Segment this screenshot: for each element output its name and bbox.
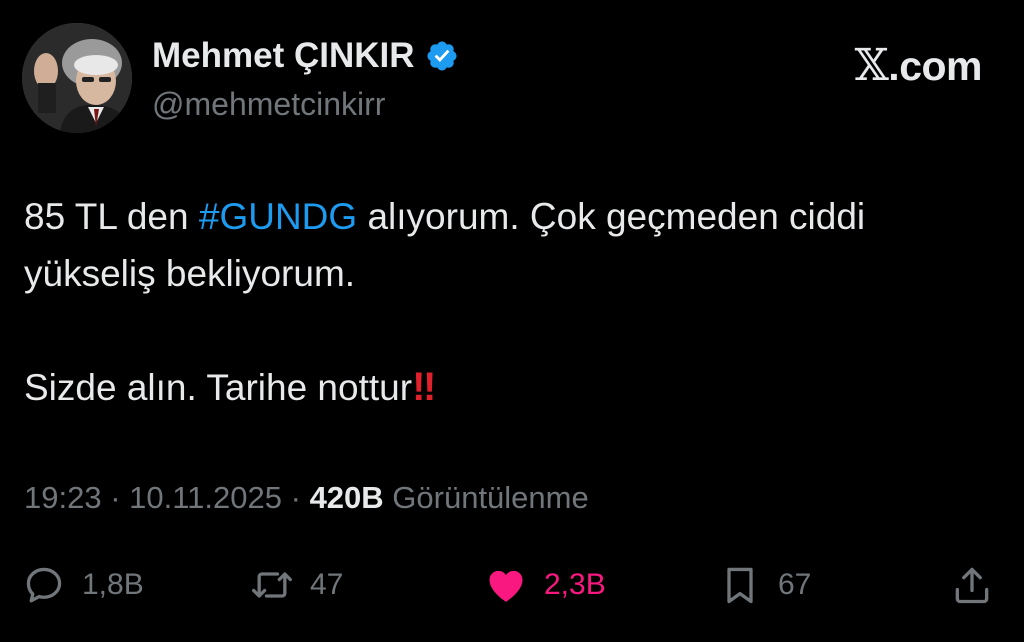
tweet-text-line2: Sizde alın. Tarihe nottur bbox=[24, 367, 413, 408]
heart-icon bbox=[489, 570, 523, 602]
share-icon bbox=[955, 567, 989, 604]
views-count: 420B bbox=[309, 480, 384, 515]
tweet-text: 85 TL den #GUNDG alıyorum. Çok geçmeden … bbox=[24, 188, 1004, 416]
display-name[interactable]: Mehmet ÇINKIR bbox=[152, 36, 459, 76]
tweet-paragraph-2: Sizde alın. Tarihe nottur‼ bbox=[24, 359, 1004, 416]
bookmark-button[interactable]: 67 bbox=[718, 560, 811, 610]
retweet-icon bbox=[252, 572, 292, 598]
bookmark-icon bbox=[727, 567, 753, 604]
like-button[interactable]: 2,3B bbox=[484, 560, 606, 610]
like-count: 2,3B bbox=[544, 568, 606, 601]
share-button[interactable] bbox=[950, 560, 994, 610]
retweet-button[interactable]: 47 bbox=[250, 560, 343, 610]
action-bar: 1,8B 47 2,3B 67 bbox=[0, 560, 1024, 610]
bookmark-count: 67 bbox=[778, 568, 812, 601]
tweet-text-pre: 85 TL den bbox=[24, 196, 199, 237]
tweet-paragraph-1: 85 TL den #GUNDG alıyorum. Çok geçmeden … bbox=[24, 188, 1004, 302]
reply-button[interactable]: 1,8B bbox=[22, 560, 144, 610]
handle[interactable]: @mehmetcinkirr bbox=[152, 86, 385, 123]
tweet-date[interactable]: 10.11.2025 bbox=[129, 480, 282, 515]
tweet-meta: 19:23 · 10.11.2025 · 420B Görüntülenme bbox=[24, 480, 589, 516]
brand-domain: .com bbox=[888, 43, 982, 89]
retweet-count: 47 bbox=[310, 568, 344, 601]
meta-separator: · bbox=[101, 480, 130, 515]
x-com-logo: 𝕏.com bbox=[854, 40, 983, 91]
reply-count: 1,8B bbox=[82, 568, 144, 601]
reply-icon bbox=[26, 567, 62, 603]
display-name-text: Mehmet ÇINKIR bbox=[152, 36, 415, 75]
avatar-photo bbox=[22, 23, 132, 133]
hashtag-link[interactable]: #GUNDG bbox=[199, 196, 357, 237]
tweet-time[interactable]: 19:23 bbox=[24, 480, 102, 515]
avatar[interactable] bbox=[22, 23, 132, 133]
meta-separator: · bbox=[282, 480, 310, 515]
double-exclamation-emoji: ‼ bbox=[412, 365, 436, 409]
views-label: Görüntülenme bbox=[383, 480, 589, 515]
x-logo-icon: 𝕏 bbox=[854, 40, 889, 91]
verified-badge-icon bbox=[425, 39, 459, 73]
